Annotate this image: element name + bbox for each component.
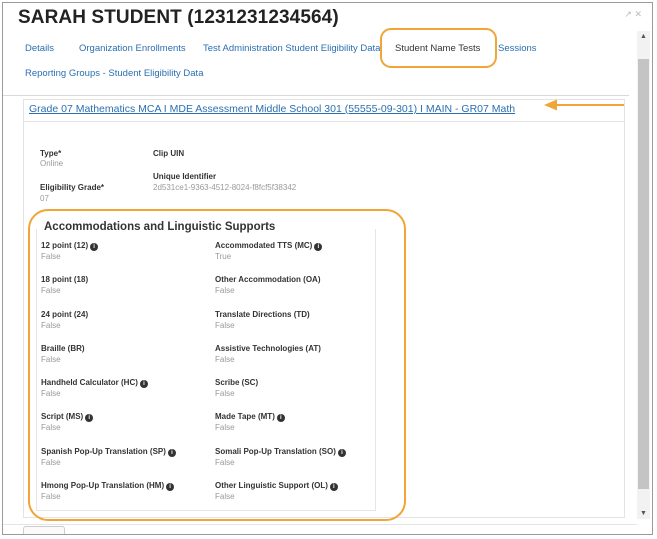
student-window: SARAH STUDENT (1231231234564) ↗ ✕ Detail… <box>2 2 653 535</box>
info-icon[interactable]: i <box>166 483 175 491</box>
accommodation-value: False <box>41 321 61 330</box>
type-label: Type* <box>40 149 62 158</box>
tab-sessions[interactable]: Sessions <box>498 43 537 54</box>
accommodation-value: False <box>215 492 235 501</box>
scroll-down-icon[interactable]: ▼ <box>640 510 647 517</box>
accommodation-label: 12 point (12) i <box>41 241 99 251</box>
accommodation-label: Spanish Pop-Up Translation (SP) i <box>41 447 176 457</box>
accommodation-label: Scribe (SC) <box>215 378 259 387</box>
info-icon[interactable]: i <box>314 243 323 251</box>
info-icon[interactable]: i <box>167 449 176 457</box>
info-icon[interactable]: i <box>329 483 338 491</box>
footer-divider <box>3 524 637 525</box>
accommodation-value: False <box>215 321 235 330</box>
accommodation-label: Other Linguistic Support (OL) i <box>215 481 338 491</box>
type-value: Online <box>40 159 64 168</box>
accommodation-label: 18 point (18) <box>41 275 89 284</box>
tab-organization-enrollments[interactable]: Organization Enrollments <box>79 43 186 54</box>
eligibility-grade-value: 07 <box>40 194 49 203</box>
eligibility-grade-label: Eligibility Grade* <box>40 183 105 192</box>
clip-uin-label: Clip UIN <box>153 149 185 158</box>
unique-identifier-value: 2d531ce1-9363-4512-8024-f8fcf5f38342 <box>153 183 297 192</box>
accommodation-value: False <box>41 389 61 398</box>
arrow-left-icon <box>544 99 624 111</box>
accommodation-value: False <box>41 252 61 261</box>
accommodation-label: Somali Pop-Up Translation (SO) i <box>215 447 346 457</box>
footer-button[interactable] <box>23 526 65 534</box>
info-icon[interactable]: i <box>337 449 346 457</box>
accommodation-label: Hmong Pop-Up Translation (HM) i <box>41 481 175 491</box>
info-icon[interactable]: i <box>276 414 285 422</box>
accommodation-value: False <box>41 355 61 364</box>
tab-divider <box>3 95 629 96</box>
accommodation-label: 24 point (24) <box>41 310 89 319</box>
accommodation-label: Other Accommodation (OA) <box>215 275 321 284</box>
tab-reporting-groups[interactable]: Reporting Groups - Student Eligibility D… <box>25 68 203 79</box>
accommodation-value: False <box>41 423 61 432</box>
accommodation-label: Accommodated TTS (MC) i <box>215 241 323 251</box>
accommodation-value: True <box>215 252 232 261</box>
accommodation-value: False <box>215 355 235 364</box>
unique-identifier-label: Unique Identifier <box>153 172 217 181</box>
accommodation-value: False <box>215 423 235 432</box>
window-controls[interactable]: ↗ ✕ <box>624 9 642 20</box>
accommodation-label: Braille (BR) <box>41 344 85 353</box>
info-icon[interactable]: i <box>139 380 148 388</box>
info-icon[interactable]: i <box>90 243 99 251</box>
info-icon[interactable]: i <box>85 414 94 422</box>
accommodation-value: False <box>215 286 235 295</box>
accommodation-label: Script (MS) i <box>41 412 94 422</box>
scrollbar-thumb[interactable] <box>638 59 649 489</box>
tab-details[interactable]: Details <box>25 43 54 54</box>
accommodation-value: False <box>41 492 61 501</box>
window-title: SARAH STUDENT (1231231234564) <box>18 7 339 28</box>
tab-test-administration-eligibility[interactable]: Test Administration Student Eligibility … <box>203 43 380 54</box>
accommodation-label: Translate Directions (TD) <box>215 310 310 319</box>
vertical-scrollbar[interactable]: ▲ ▼ <box>637 31 650 519</box>
accommodation-label: Handheld Calculator (HC) i <box>41 378 148 388</box>
accommodation-value: False <box>215 389 235 398</box>
accommodation-value: False <box>215 458 235 467</box>
accommodation-value: False <box>41 286 61 295</box>
accommodation-label: Made Tape (MT) i <box>215 412 285 422</box>
accommodation-value: False <box>41 458 61 467</box>
assessment-link[interactable]: Grade 07 Mathematics MCA I MDE Assessmen… <box>29 103 515 115</box>
active-tab-highlight <box>380 28 497 68</box>
scroll-up-icon[interactable]: ▲ <box>640 33 647 40</box>
accommodation-label: Assistive Technologies (AT) <box>215 344 321 353</box>
